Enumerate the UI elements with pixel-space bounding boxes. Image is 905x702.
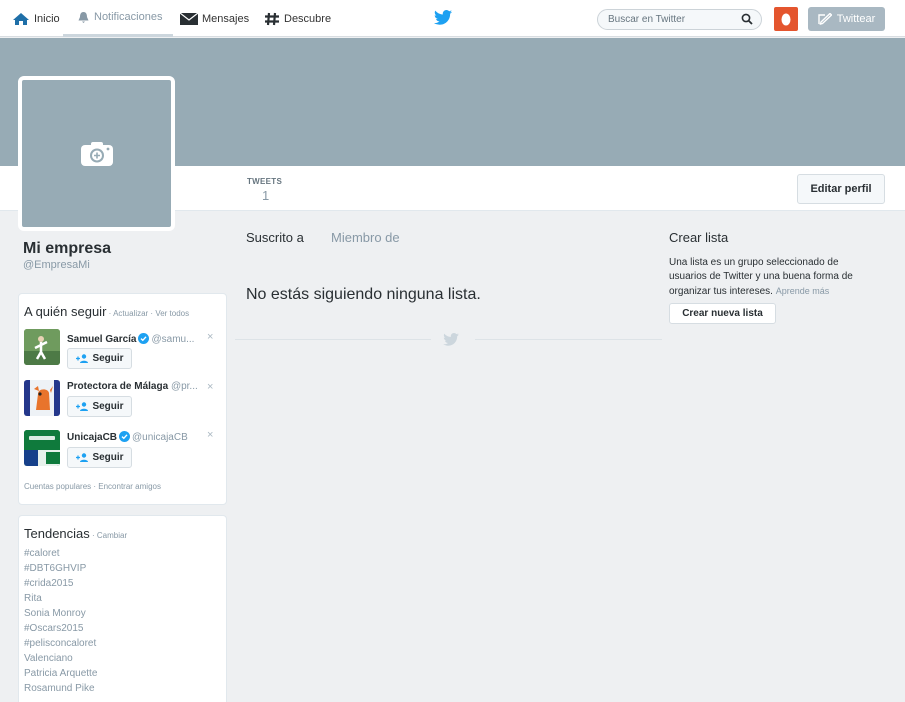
suggestion-avatar[interactable] bbox=[24, 329, 60, 365]
suggestion-name-row[interactable]: Protectora de Málaga @pr... bbox=[67, 381, 198, 392]
user-menu-avatar[interactable] bbox=[774, 7, 798, 31]
trend-item[interactable]: Rosamund Pike bbox=[24, 681, 97, 696]
trend-item[interactable]: Rita bbox=[24, 591, 97, 606]
trend-item[interactable]: #crida2015 bbox=[24, 576, 97, 591]
nav-home-label: Inicio bbox=[34, 12, 60, 25]
refresh-link[interactable]: Actualizar bbox=[113, 309, 148, 318]
create-new-list-button[interactable]: Crear nueva lista bbox=[669, 303, 776, 324]
envelope-icon bbox=[180, 12, 198, 25]
follow-button-label: Seguir bbox=[92, 353, 124, 364]
tweets-stat-value[interactable]: 1 bbox=[262, 188, 269, 203]
search-placeholder: Buscar en Twitter bbox=[608, 14, 686, 25]
nav-messages[interactable]: Mensajes bbox=[180, 0, 249, 37]
suggestion-handle[interactable]: @unicajaCB bbox=[132, 432, 188, 443]
trend-item[interactable]: #pelisconcaloret bbox=[24, 636, 97, 651]
tweets-stat-label[interactable]: TWEETS bbox=[247, 177, 282, 186]
bell-icon bbox=[78, 11, 89, 23]
follow-button-label: Seguir bbox=[92, 401, 124, 412]
verified-icon bbox=[119, 431, 131, 442]
trends-list: #caloret #DBT6GHVIP #crida2015 Rita Soni… bbox=[24, 546, 97, 696]
divider-left bbox=[235, 339, 431, 340]
egg-icon bbox=[781, 13, 791, 26]
divider-right bbox=[475, 339, 662, 340]
trend-item[interactable]: Sonia Monroy bbox=[24, 606, 97, 621]
tab-subscribed[interactable]: Suscrito a bbox=[246, 230, 304, 245]
suggestion-name[interactable]: Protectora de Málaga bbox=[67, 381, 168, 392]
edit-profile-button[interactable]: Editar perfil bbox=[797, 174, 885, 204]
trends-title: Tendencias bbox=[24, 526, 90, 541]
hashtag-icon bbox=[265, 12, 279, 25]
nav-messages-label: Mensajes bbox=[202, 12, 250, 25]
suggestion-avatar[interactable] bbox=[24, 380, 60, 416]
who-to-follow-footer[interactable]: Cuentas populares · Encontrar amigos bbox=[24, 482, 161, 491]
who-to-follow-title: A quién seguir bbox=[24, 304, 107, 319]
verified-icon bbox=[138, 333, 150, 344]
follow-button[interactable]: Seguir bbox=[67, 447, 132, 468]
follow-button[interactable]: Seguir bbox=[67, 348, 132, 369]
profile-avatar[interactable] bbox=[18, 76, 175, 231]
suggestion-name-row[interactable]: Samuel García @samu... bbox=[67, 333, 194, 345]
create-list-title: Crear lista bbox=[669, 230, 729, 245]
home-icon bbox=[13, 12, 29, 25]
trend-item[interactable]: Patricia Arquette bbox=[24, 666, 97, 681]
follow-person-icon bbox=[76, 453, 89, 462]
profile-handle[interactable]: @EmpresaMi bbox=[23, 259, 90, 271]
tweet-button[interactable]: Twittear bbox=[808, 7, 885, 31]
twitter-bird-icon bbox=[434, 10, 452, 25]
suggestion-name[interactable]: UnicajaCB bbox=[67, 432, 117, 443]
follow-button-label: Seguir bbox=[92, 452, 124, 463]
nav-discover[interactable]: Descubre bbox=[264, 0, 331, 37]
follow-person-icon bbox=[76, 402, 89, 411]
compose-icon bbox=[818, 13, 832, 25]
dog-cartoon-image bbox=[24, 380, 60, 416]
twitter-logo[interactable] bbox=[434, 10, 452, 28]
dismiss-suggestion-button[interactable]: × bbox=[207, 429, 213, 441]
camera-add-icon bbox=[80, 141, 113, 166]
learn-more-link[interactable]: Aprende más bbox=[776, 286, 830, 296]
follow-person-icon bbox=[76, 354, 89, 363]
trends-change-link[interactable]: · Cambiar bbox=[90, 531, 127, 540]
tennis-player-image bbox=[24, 329, 60, 365]
dismiss-suggestion-button[interactable]: × bbox=[207, 331, 213, 343]
suggestion-handle[interactable]: @pr... bbox=[171, 381, 198, 392]
suggestion-name[interactable]: Samuel García bbox=[67, 334, 136, 345]
trends-header: Tendencias · Cambiar bbox=[24, 526, 127, 541]
trend-item[interactable]: #caloret bbox=[24, 546, 97, 561]
nav-home[interactable]: Inicio bbox=[12, 0, 60, 37]
view-all-link[interactable]: Ver todos bbox=[155, 309, 189, 318]
who-to-follow-header: A quién seguir · Actualizar · Ver todos bbox=[24, 304, 189, 319]
search-input[interactable]: Buscar en Twitter bbox=[597, 9, 762, 30]
profile-name[interactable]: Mi empresa bbox=[23, 240, 111, 258]
tab-member-of[interactable]: Miembro de bbox=[331, 230, 400, 245]
search-icon[interactable] bbox=[741, 13, 753, 25]
dismiss-suggestion-button[interactable]: × bbox=[207, 381, 213, 393]
suggestion-handle[interactable]: @samu... bbox=[151, 334, 194, 345]
top-navigation-bar: Inicio Notificaciones Mensajes Descubre … bbox=[0, 0, 905, 37]
nav-discover-label: Descubre bbox=[284, 12, 332, 25]
trend-item[interactable]: #Oscars2015 bbox=[24, 621, 97, 636]
empty-lists-message: No estás siguiendo ninguna lista. bbox=[246, 286, 481, 303]
unicaja-logo-image bbox=[24, 430, 60, 466]
suggestion-name-row[interactable]: UnicajaCB @unicajaCB bbox=[67, 431, 188, 443]
tweet-button-label: Twittear bbox=[836, 13, 876, 25]
trend-item[interactable]: Valenciano bbox=[24, 651, 97, 666]
follow-button[interactable]: Seguir bbox=[67, 396, 132, 417]
create-list-description: Una lista es un grupo seleccionado de us… bbox=[669, 256, 879, 299]
nav-notifications-label: Notificaciones bbox=[94, 11, 163, 23]
suggestion-avatar[interactable] bbox=[24, 430, 60, 466]
twitter-bird-divider-icon bbox=[443, 333, 459, 346]
trend-item[interactable]: #DBT6GHVIP bbox=[24, 561, 97, 576]
nav-notifications[interactable]: Notificaciones bbox=[63, 0, 173, 37]
